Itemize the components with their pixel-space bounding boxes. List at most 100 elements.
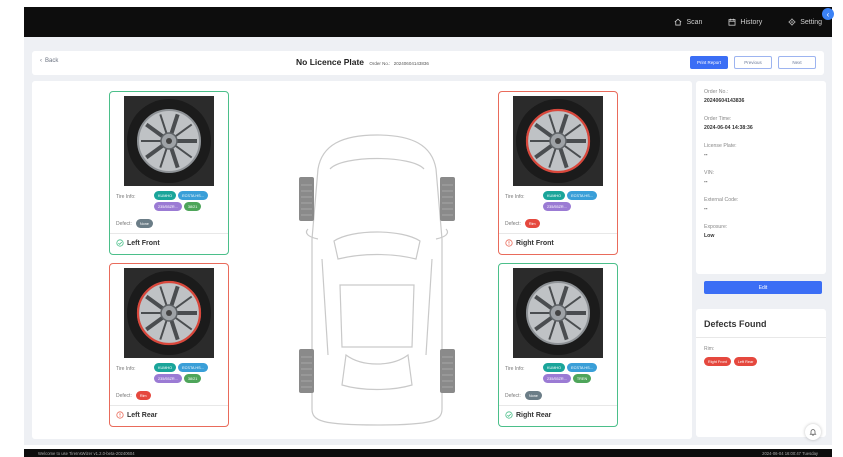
exposure-label: Exposure: [704,224,728,230]
license-plate-label: License Plate: [704,143,737,149]
defect-chip-left-rear[interactable]: Left Rear [733,357,758,366]
tire-position-label: Left Front [116,239,160,247]
tire-info-chip: ECSTA HS... [567,363,597,372]
tire-position-text: Right Front [516,239,554,247]
defect-row: Defect: None [505,391,542,400]
back-button[interactable]: ‹ Back [40,58,58,64]
rim-label: Rim: [704,346,715,352]
page-title-text: No Licence Plate [296,57,365,67]
tire-info-chip: ECSTA HS... [178,363,208,372]
collapse-sidebar-button[interactable]: ‹ [822,8,834,20]
exposure-value: Low [704,233,715,239]
tire-info-chip: KUMHO [543,191,566,200]
tire-position-label: Right Rear [505,411,551,419]
tire-photo[interactable] [513,96,603,186]
page-title: No Licence Plate Order No.: 202406041438… [296,57,429,67]
chevron-left-icon: ‹ [40,58,42,64]
order-number-label: Order No.: [369,61,391,66]
tire-card-lr[interactable]: Tire Info: KUMHO ECSTA HS... 235/55ZR... 38/… [109,263,229,427]
external-code-value: -- [704,206,708,212]
tire-info-label: Tire Info: [505,194,525,200]
order-number: 20240604143836 [393,61,429,66]
nav-history-label: History [740,18,763,26]
tire-card-rr[interactable]: Tire Info: KUMHO ECSTA HS... 235/55ZR... TRE… [498,263,618,427]
back-label: Back [45,58,59,64]
page-header: ‹ Back No Licence Plate Order No.: 20240… [32,51,824,75]
tire-info-chip: 235/55ZR... [543,202,571,211]
notification-button[interactable] [805,424,821,440]
divider [499,405,617,406]
divider [110,405,228,406]
tire-info-label: Tire Info: [116,366,136,372]
tire-overview-panel: Tire Info: KUMHO ECSTA HS... 235/55ZR... 38/… [32,81,692,439]
tire-photo[interactable] [124,96,214,186]
tire-info-chips: KUMHO ECSTA HS... 235/55ZR... 38/21 [154,191,234,211]
car-diagram [299,134,455,426]
tire-info-chip: TREN [572,374,592,383]
defects-found-panel: Defects Found Rim: Right Front Left Rear [696,309,826,437]
defect-label: Defect: [116,220,132,227]
defect-chip: Rim [524,219,540,228]
tire-info-chip: 38/21 [183,374,202,383]
top-nav: Scan History Setting [674,7,822,37]
wheel-marker-lf [299,177,314,221]
rim-defect-list: Right Front Left Rear [704,357,758,366]
bell-icon [809,429,817,436]
nav-history[interactable]: History [728,18,762,26]
edit-button[interactable]: Edit [704,281,822,294]
defect-label: Defect: [505,392,521,399]
wheel-icon [124,96,214,186]
order-time-value: 2024-06-04 14:38:36 [704,125,753,131]
tire-position-text: Left Front [127,239,160,247]
divider [499,233,617,234]
external-code-label: External Code: [704,197,739,203]
defect-chip: None [135,219,153,228]
tire-card-lf[interactable]: Tire Info: KUMHO ECSTA HS... 235/55ZR... 38/… [109,91,229,255]
tire-info-chip: 38/21 [183,202,202,211]
status-datetime: 2024-06-04 16:00:47 Tuesday [762,450,818,456]
wheel-marker-rr [440,349,455,393]
check-circle-icon [505,411,513,419]
tire-card-rf[interactable]: Tire Info: KUMHO ECSTA HS... 235/55ZR... Def… [498,91,618,255]
tire-info-chip: 235/55ZR... [154,202,182,211]
defect-label: Defect: [116,392,132,399]
check-circle-icon [116,239,124,247]
tire-info-chips: KUMHO ECSTA HS... 235/55ZR... TREN [543,363,623,383]
divider [110,233,228,234]
tire-position-label: Right Front [505,239,554,247]
alert-circle-icon [116,411,124,419]
wheel-icon [513,268,603,358]
defect-row: Defect: Rim [116,391,151,400]
tire-info-chips: KUMHO ECSTA HS... 235/55ZR... [543,191,623,211]
defects-found-title: Defects Found [704,319,767,329]
defect-chip: Rim [135,391,151,400]
next-button[interactable]: Next [778,56,816,69]
previous-button[interactable]: Previous [734,56,772,69]
wheel-icon [513,96,603,186]
content-area: ‹ Back No Licence Plate Order No.: 20240… [24,37,832,445]
defect-chip-right-front[interactable]: Right Front [704,357,731,366]
defect-label: Defect: [505,220,521,227]
order-details-panel: Order No.: 20240604143836 Order Time: 20… [696,81,826,274]
wheel-marker-lr [299,349,314,393]
nav-setting-label: Setting [800,18,822,26]
calendar-icon [728,18,736,26]
wheel-marker-rf [440,177,455,221]
tire-position-text: Left Rear [127,411,158,419]
vin-value: -- [704,179,708,185]
divider [696,337,826,338]
tire-photo[interactable] [513,268,603,358]
vin-label: VIN: [704,170,715,176]
defect-row: Defect: None [116,219,153,228]
nav-setting[interactable]: Setting [788,18,822,26]
print-report-button[interactable]: Print Report [690,56,728,69]
tire-photo[interactable] [124,268,214,358]
tire-info-chips: KUMHO ECSTA HS... 235/55ZR... 38/21 [154,363,234,383]
nav-scan-label: Scan [686,18,703,26]
alert-circle-icon [505,239,513,247]
tire-info-chip: 235/55ZR... [154,374,182,383]
nav-scan[interactable]: Scan [674,18,702,26]
status-welcome: Welcome to use TireInsWizer v1.2.0-beta-… [38,450,135,456]
tire-info-chip: KUMHO [543,363,566,372]
status-bar: Welcome to use TireInsWizer v1.2.0-beta-… [24,449,832,457]
